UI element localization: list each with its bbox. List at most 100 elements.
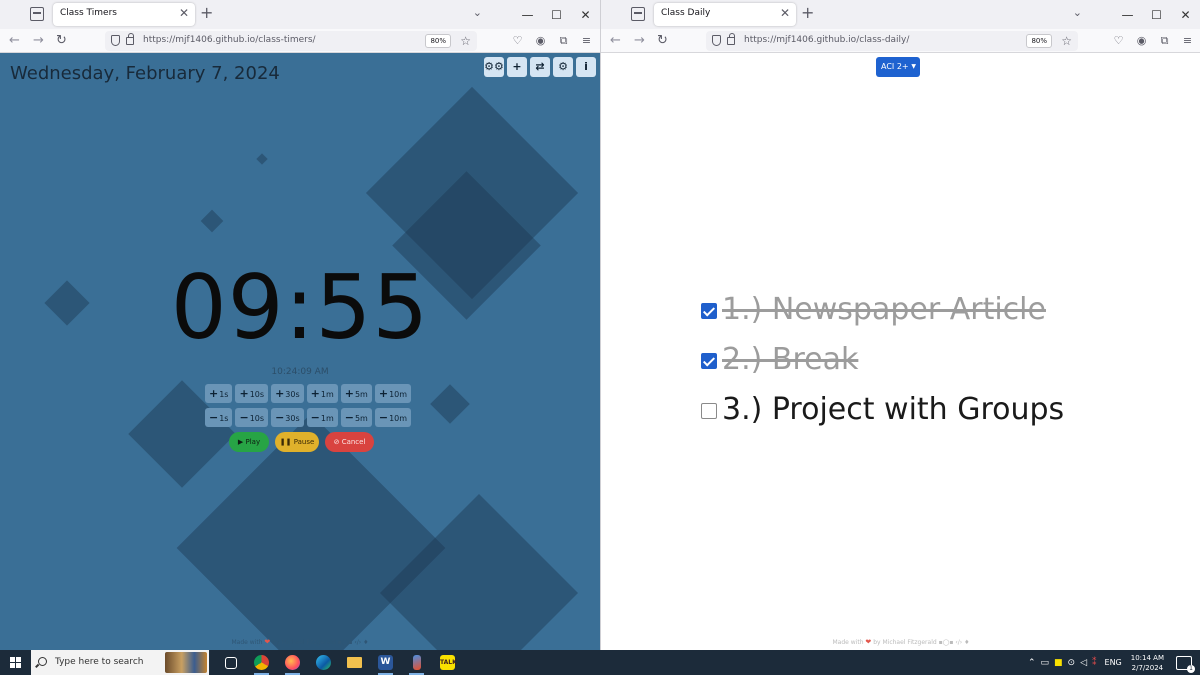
bookmark-star-icon[interactable]: ☆ [1061,33,1072,49]
chevron-down-icon[interactable]: ⌄ [473,6,482,19]
shield-icon[interactable] [712,35,721,46]
back-icon[interactable]: ← [610,32,621,49]
edge-icon[interactable] [308,650,339,675]
notification-icon[interactable]: 1 [1176,655,1195,673]
author-link[interactable]: by Michael Fitzgerald [873,639,936,646]
minimize-icon[interactable]: — [1113,0,1142,29]
kakaotalk-icon[interactable]: TALK [432,650,463,675]
class-daily-window: Class Daily ✕ + ⌄ — ☐ ✕ ← → ↻ https://mj… [600,0,1200,650]
shield-icon[interactable] [111,35,120,46]
extensions-icon[interactable]: ⧉ [556,33,571,48]
button-label: Cancel [341,438,366,446]
input-method-icon[interactable]: ⁑ [1092,658,1097,668]
close-tab-icon[interactable]: ✕ [179,6,189,21]
subtract-5m-button[interactable]: −5m [340,408,372,427]
button-label: 1s [219,414,229,423]
add-10s-button[interactable]: +10s [235,384,269,403]
kakaotalk-glyph: TALK [440,655,457,670]
url-text[interactable]: https://mjf1406.github.io/class-daily/ [744,35,909,45]
tab-list-icon[interactable] [631,7,645,21]
manage-timers-button[interactable]: ⚙⚙ [484,57,504,77]
settings-button[interactable]: ⚙ [553,57,573,77]
add-30s-button[interactable]: +30s [271,384,304,403]
windows-start-icon[interactable] [10,657,21,668]
close-tab-icon[interactable]: ✕ [780,6,790,21]
new-tab-icon[interactable]: + [200,4,213,22]
subtract-1m-button[interactable]: −1m [306,408,338,427]
volume-icon[interactable]: ◁ [1080,658,1087,668]
system-clock[interactable]: 10:14 AM 2/7/2024 [1131,653,1164,673]
timer-controls: ▶ Play ❚❚ Pause ⊘ Cancel [229,432,374,452]
button-label: 10s [249,390,265,399]
account-icon[interactable]: ◉ [533,33,548,48]
close-window-icon[interactable]: ✕ [1171,0,1200,29]
url-text[interactable]: https://mjf1406.github.io/class-timers/ [143,35,316,45]
subtract-10m-button[interactable]: −10m [374,408,412,427]
cancel-button[interactable]: ⊘ Cancel [325,432,374,452]
zoom-level[interactable]: 80% [425,34,451,48]
clock-time: 10:14 AM [1130,653,1164,662]
reload-icon[interactable]: ↻ [657,32,668,49]
new-tab-icon[interactable]: + [801,4,814,22]
kakaotalk-tray-icon[interactable]: ■ [1054,658,1063,668]
address-bar[interactable]: https://mjf1406.github.io/class-timers/ … [105,31,477,51]
account-icon[interactable]: ◉ [1134,33,1149,48]
bookmark-star-icon[interactable]: ☆ [460,33,471,49]
chevron-down-icon[interactable]: ⌄ [1073,6,1082,19]
firefox-icon[interactable] [277,650,308,675]
lock-icon[interactable] [126,33,134,45]
pencil-glyph [412,655,421,670]
address-bar[interactable]: https://mjf1406.github.io/class-daily/ 8… [706,31,1078,51]
pencil-app-icon[interactable] [401,650,432,675]
minimize-icon[interactable]: — [513,0,542,29]
taskbar-apps: W TALK [215,650,463,675]
menu-icon[interactable]: ≡ [579,33,594,48]
word-icon[interactable]: W [370,650,401,675]
add-10m-button[interactable]: +10m [374,384,412,403]
search-highlight-image[interactable] [165,652,207,673]
chrome-icon[interactable] [246,650,277,675]
back-icon[interactable]: ← [9,32,20,49]
maximize-icon[interactable]: ☐ [542,0,571,29]
subtract-30s-button[interactable]: −30s [271,408,304,427]
maximize-icon[interactable]: ☐ [1142,0,1171,29]
zoom-level[interactable]: 80% [1026,34,1052,48]
reload-icon[interactable]: ↻ [56,32,67,49]
info-button[interactable]: i [576,57,596,77]
pocket-icon[interactable]: ♡ [510,33,525,48]
subtract-10s-button[interactable]: −10s [235,408,269,427]
tab-class-timers[interactable]: Class Timers ✕ [53,3,195,26]
agenda-checkbox[interactable] [701,403,717,419]
pocket-icon[interactable]: ♡ [1111,33,1126,48]
button-label: 10m [389,390,408,399]
lock-icon[interactable] [727,33,735,45]
display-icon[interactable]: ▭ [1041,658,1050,668]
class-select[interactable]: ACI 2+ ▼ [876,57,920,77]
author-link[interactable]: by Michael Fitzgerald [272,639,335,646]
close-window-icon[interactable]: ✕ [571,0,600,29]
taskbar-search[interactable]: Type here to search [31,650,209,675]
tab-list-icon[interactable] [30,7,44,21]
social-icons[interactable]: ▪◯▪ ‹/› ♦ [338,639,369,646]
sync-icon[interactable]: ⊙ [1068,658,1076,668]
language-indicator[interactable]: ENG [1105,658,1122,667]
switch-mode-button[interactable]: ⇄ [530,57,550,77]
add-1s-button[interactable]: +1s [205,384,233,403]
forward-icon[interactable]: → [634,32,645,49]
menu-icon[interactable]: ≡ [1180,33,1195,48]
subtract-1s-button[interactable]: −1s [205,408,233,427]
file-explorer-icon[interactable] [339,650,370,675]
play-button[interactable]: ▶ Play [229,432,269,452]
add-5m-button[interactable]: +5m [340,384,372,403]
agenda-checkbox[interactable] [701,353,717,369]
tab-class-daily[interactable]: Class Daily ✕ [654,3,796,26]
add-timer-button[interactable]: + [507,57,527,77]
agenda-checkbox[interactable] [701,303,717,319]
forward-icon[interactable]: → [33,32,44,49]
task-view-icon[interactable] [215,650,246,675]
add-1m-button[interactable]: +1m [306,384,338,403]
extensions-icon[interactable]: ⧉ [1157,33,1172,48]
pause-button[interactable]: ❚❚ Pause [275,432,319,452]
social-icons[interactable]: ▪◯▪ ‹/› ♦ [939,639,970,646]
chevron-up-icon[interactable]: ⌃ [1028,658,1036,668]
